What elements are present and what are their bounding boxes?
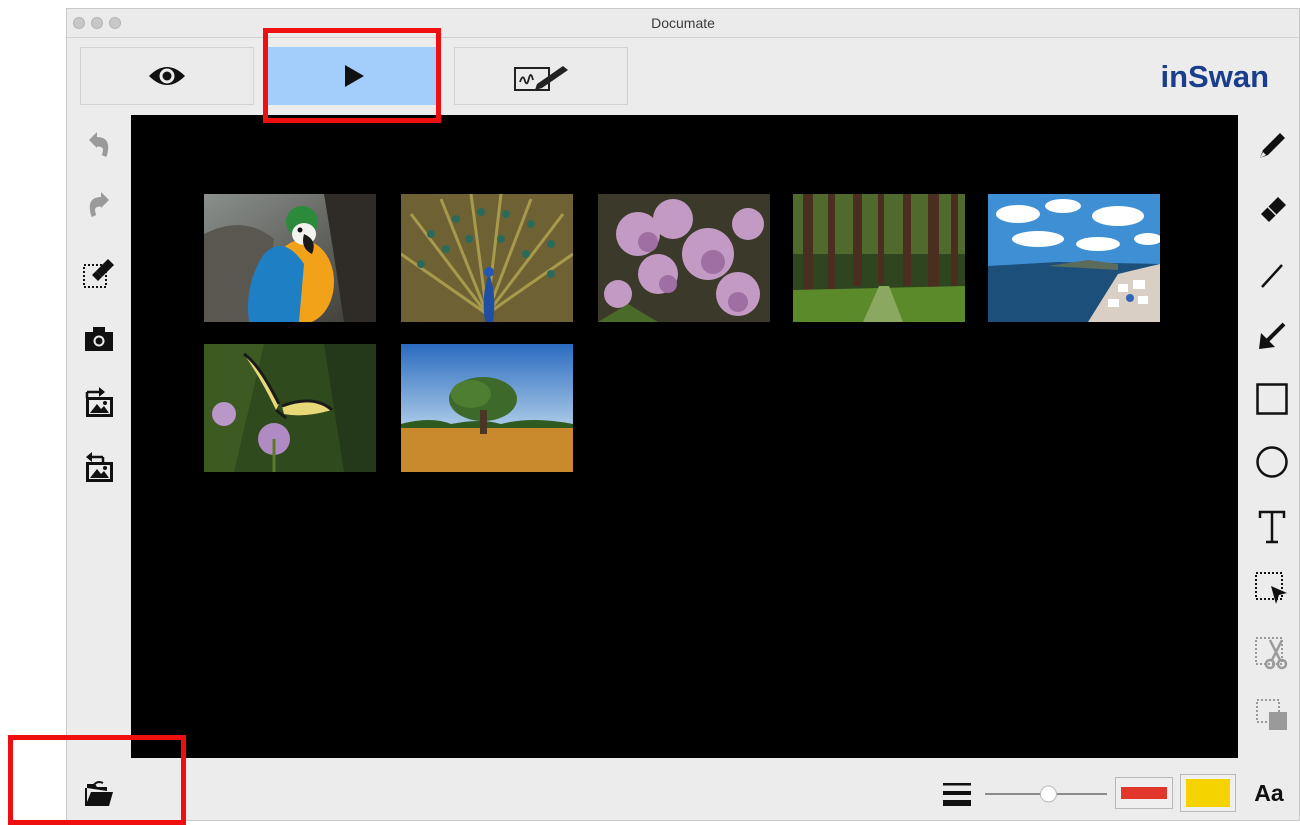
slider-knob[interactable] bbox=[1039, 785, 1057, 803]
open-file-highlight bbox=[8, 735, 186, 825]
line-tool-button[interactable] bbox=[1252, 255, 1292, 295]
circle-tool-button[interactable] bbox=[1252, 442, 1292, 482]
thumbnail-lilac-flowers[interactable] bbox=[598, 194, 770, 322]
pencil-tool-button[interactable] bbox=[1252, 126, 1292, 166]
undo-button[interactable] bbox=[79, 124, 119, 164]
brand-logo: inSwan bbox=[1160, 59, 1269, 94]
import-image-button[interactable] bbox=[79, 381, 119, 421]
redo-icon bbox=[89, 192, 109, 217]
undo-icon bbox=[89, 132, 109, 157]
thumbnail-coastal-town[interactable] bbox=[988, 194, 1160, 322]
erase-selection-button[interactable] bbox=[79, 252, 119, 292]
eye-icon bbox=[149, 67, 185, 85]
export-image-button[interactable] bbox=[79, 446, 119, 486]
line-width-icon bbox=[943, 783, 971, 806]
app-window: Documate inSwan Aa bbox=[66, 8, 1300, 821]
stroke-color-button[interactable] bbox=[1115, 777, 1173, 809]
redo-button[interactable] bbox=[79, 184, 119, 224]
circle-icon bbox=[1256, 446, 1288, 478]
arrow-tool-button[interactable] bbox=[1252, 317, 1292, 357]
text-icon bbox=[1258, 510, 1286, 544]
presentation-canvas[interactable] bbox=[131, 115, 1238, 758]
present-mode-highlight bbox=[263, 28, 441, 123]
select-icon bbox=[1255, 572, 1287, 604]
thumbnail-tree-field[interactable] bbox=[401, 344, 573, 472]
thumbnail-peacock[interactable] bbox=[401, 194, 573, 322]
rectangle-icon bbox=[1256, 383, 1288, 415]
arrow-icon bbox=[1259, 322, 1286, 349]
window-title: Documate bbox=[651, 15, 715, 31]
line-width-button[interactable] bbox=[941, 779, 973, 809]
rectangle-tool-button[interactable] bbox=[1252, 379, 1292, 419]
thumbnail-forest[interactable] bbox=[793, 194, 965, 322]
cut-icon bbox=[1255, 637, 1288, 670]
fill-color-button[interactable] bbox=[1180, 774, 1236, 812]
line-icon bbox=[1261, 264, 1283, 288]
paste-tool-button[interactable] bbox=[1252, 695, 1292, 735]
size-slider[interactable] bbox=[983, 781, 1109, 807]
cut-tool-button[interactable] bbox=[1252, 634, 1292, 674]
thumbnail-butterfly[interactable] bbox=[204, 344, 376, 472]
export-image-icon bbox=[86, 452, 113, 482]
eraser-icon bbox=[1261, 197, 1286, 222]
stroke-color-swatch bbox=[1121, 787, 1167, 799]
paste-icon bbox=[1256, 699, 1287, 730]
erase-selection-icon bbox=[83, 259, 114, 288]
camera-icon bbox=[85, 327, 113, 351]
thumbnail-parrot[interactable] bbox=[204, 194, 376, 322]
title-bar: Documate bbox=[67, 9, 1299, 38]
font-button[interactable]: Aa bbox=[1247, 777, 1291, 809]
import-image-icon bbox=[85, 387, 113, 417]
text-tool-button[interactable] bbox=[1252, 507, 1292, 547]
signature-pen-icon bbox=[514, 66, 568, 91]
fill-color-swatch bbox=[1186, 779, 1230, 807]
annotate-mode-button[interactable] bbox=[454, 47, 628, 105]
select-tool-button[interactable] bbox=[1252, 569, 1292, 609]
eraser-tool-button[interactable] bbox=[1252, 189, 1292, 229]
pencil-icon bbox=[1260, 133, 1285, 158]
camera-button[interactable] bbox=[79, 319, 119, 359]
view-mode-button[interactable] bbox=[80, 47, 254, 105]
